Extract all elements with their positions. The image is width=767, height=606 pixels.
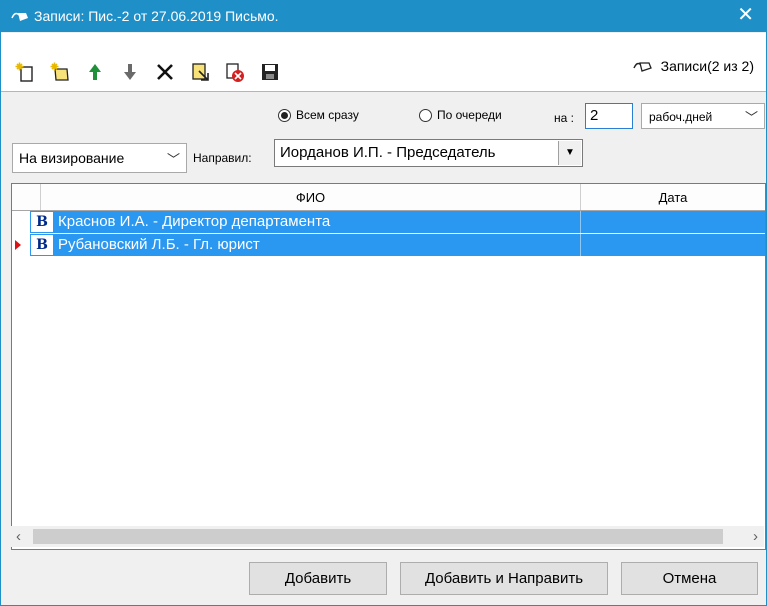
table-header: ФИО Дата xyxy=(12,184,765,211)
units-value: рабоч.дней xyxy=(649,110,713,124)
chevron-down-icon[interactable]: ﹀ xyxy=(745,107,758,126)
scroll-left-icon[interactable]: ‹ xyxy=(16,526,21,547)
sender-value: Иорданов И.П. - Председатель xyxy=(280,144,496,161)
header-fio[interactable]: ФИО xyxy=(41,184,581,210)
days-label: на : xyxy=(554,111,574,125)
horizontal-scrollbar[interactable]: ‹ › xyxy=(11,526,764,547)
toolbar: Записи(2 из 2) xyxy=(1,33,766,91)
scroll-right-icon[interactable]: › xyxy=(753,526,758,547)
toolbar-divider xyxy=(1,91,766,92)
add-button[interactable]: Добавить xyxy=(249,562,387,595)
column-divider xyxy=(580,211,581,233)
route-type-value: На визирование xyxy=(19,150,125,166)
row-name: Рубановский Л.Б. - Гл. юрист xyxy=(58,236,260,253)
route-type-select[interactable]: На визирование ﹀ xyxy=(12,143,187,173)
new-folder-record-icon[interactable] xyxy=(49,61,71,83)
records-indicator: Записи(2 из 2) xyxy=(632,58,754,74)
header-indicator-column xyxy=(12,184,41,210)
cancel-record-icon[interactable] xyxy=(224,61,246,83)
records-dialog: Записи: Пис.-2 от 27.06.2019 Письмо. ✕ З… xyxy=(0,0,767,606)
current-row-icon xyxy=(15,240,21,250)
days-input[interactable]: 2 xyxy=(585,103,633,129)
records-app-icon xyxy=(11,12,28,21)
title-bar: Записи: Пис.-2 от 27.06.2019 Письмо. ✕ xyxy=(1,1,766,32)
cancel-button[interactable]: Отмена xyxy=(621,562,758,595)
delete-icon[interactable] xyxy=(154,61,176,83)
dropdown-arrow-icon[interactable]: ▼ xyxy=(558,141,581,165)
row-indicator xyxy=(12,234,30,256)
radio-all-at-once[interactable]: Всем сразу xyxy=(278,108,359,122)
move-up-icon[interactable] xyxy=(84,61,106,83)
close-icon[interactable]: ✕ xyxy=(737,5,754,25)
sender-label: Направил: xyxy=(193,151,252,165)
row-indicator xyxy=(12,211,30,233)
recipients-table: ФИО Дата В Краснов И.А. - Директор депар… xyxy=(11,183,766,550)
radio-dot[interactable] xyxy=(419,108,432,122)
window-title: Записи: Пис.-2 от 27.06.2019 Письмо. xyxy=(34,8,279,24)
row-name: Краснов И.А. - Директор департамента xyxy=(58,213,331,230)
save-icon[interactable] xyxy=(259,61,281,83)
radio-in-turn[interactable]: По очереди xyxy=(419,108,502,122)
visa-status-badge: В xyxy=(31,212,53,232)
visa-status-badge: В xyxy=(31,235,53,255)
chevron-down-icon[interactable]: ﹀ xyxy=(167,149,180,168)
new-record-icon[interactable] xyxy=(14,61,36,83)
select-icon[interactable] xyxy=(189,61,211,83)
records-count: Записи(2 из 2) xyxy=(660,58,754,74)
radio-label: Всем сразу xyxy=(296,108,359,122)
units-select[interactable]: рабоч.дней ﹀ xyxy=(641,103,765,129)
move-down-icon[interactable] xyxy=(119,61,141,83)
table-row[interactable]: В Краснов И.А. - Директор департамента xyxy=(12,211,765,234)
records-icon xyxy=(632,62,652,72)
radio-dot[interactable] xyxy=(278,108,291,122)
scrollbar-thumb[interactable] xyxy=(33,529,723,544)
table-row[interactable]: В Рубановский Л.Б. - Гл. юрист xyxy=(12,234,765,257)
radio-label: По очереди xyxy=(437,108,502,122)
add-and-send-button[interactable]: Добавить и Направить xyxy=(400,562,608,595)
column-divider xyxy=(580,234,581,256)
header-date[interactable]: Дата xyxy=(581,184,765,210)
sender-select[interactable]: Иорданов И.П. - Председатель ▼ xyxy=(274,139,583,167)
